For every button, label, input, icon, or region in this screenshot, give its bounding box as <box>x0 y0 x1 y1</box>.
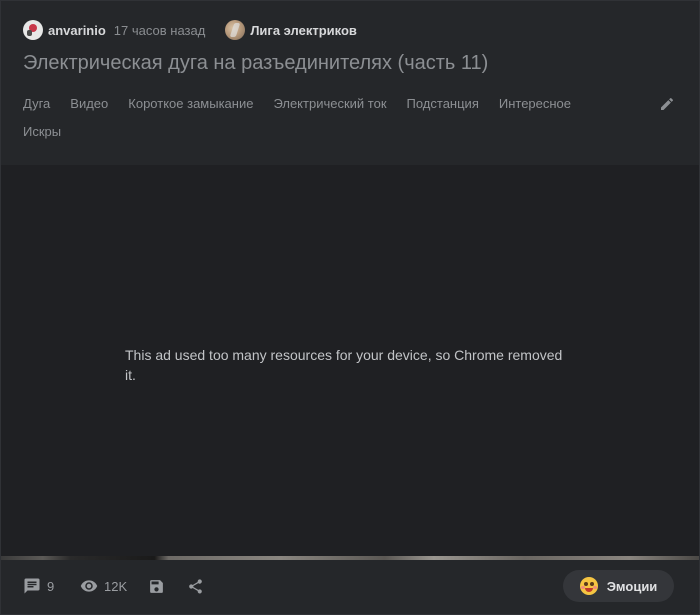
pencil-icon[interactable] <box>659 96 675 112</box>
views-count: 12K <box>104 578 128 594</box>
author-name[interactable]: anvarinio <box>48 23 106 38</box>
emotions-label: Эмоции <box>606 578 658 594</box>
post-time: 17 часов назад <box>113 22 206 38</box>
community-avatar[interactable] <box>225 20 246 40</box>
smile-emoji-icon <box>579 577 598 595</box>
tag-item[interactable]: Электрический ток <box>273 95 386 113</box>
share-icon <box>189 578 202 594</box>
comments-stat[interactable]: 9 <box>23 577 54 595</box>
tag-item[interactable]: Подстанция <box>407 95 479 113</box>
post-card: anvarinio 17 часов назад Лига электриков… <box>0 0 700 615</box>
comments-count: 9 <box>47 578 55 594</box>
tag-item[interactable]: Короткое замыкание <box>128 95 253 113</box>
tag-list: Дуга Видео Короткое замыкание Электричес… <box>23 95 603 141</box>
emoji-blush <box>592 586 597 589</box>
community-name[interactable]: Лига электриков <box>250 23 357 38</box>
views-stat: 12K <box>80 577 127 595</box>
avatar-figure-body <box>27 30 32 36</box>
post-meta: anvarinio 17 часов назад Лига электриков <box>23 18 357 42</box>
emoji-mouth <box>584 588 593 592</box>
comment-icon <box>24 578 40 594</box>
tag-item[interactable]: Видео <box>70 95 108 113</box>
emotions-button[interactable]: Эмоции <box>563 570 674 602</box>
post-header: anvarinio 17 часов назад Лига электриков… <box>1 1 699 165</box>
post-title[interactable]: Электрическая дуга на разъединителях (ча… <box>23 52 488 75</box>
post-footer: 9 12K Эмоции <box>1 560 699 614</box>
author-avatar[interactable] <box>23 20 43 40</box>
tag-item[interactable]: Интересное <box>499 95 571 113</box>
media-area[interactable]: This ad used too many resources for your… <box>1 165 699 560</box>
tag-item[interactable]: Дуга <box>23 95 50 113</box>
tag-item[interactable]: Искры <box>23 123 61 141</box>
share-button[interactable] <box>187 577 204 595</box>
save-button[interactable] <box>148 577 165 595</box>
community-avatar-image <box>230 23 241 37</box>
ad-removed-message: This ad used too many resources for your… <box>125 347 563 383</box>
save-icon <box>150 579 163 593</box>
eye-icon <box>80 580 98 592</box>
